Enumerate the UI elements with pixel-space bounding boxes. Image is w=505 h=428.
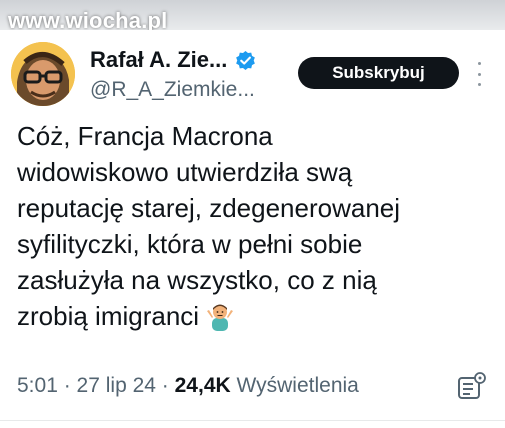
views-label: Wyświetlenia [230, 374, 359, 397]
tweet-date[interactable]: 27 lip 24 [77, 374, 156, 397]
author-handle[interactable]: @R_A_Ziemkie... [90, 78, 255, 102]
subscribe-button[interactable]: Subskrybuj [298, 57, 459, 89]
tweet-line: zrobią imigranci [17, 301, 200, 331]
more-options-icon[interactable] [474, 62, 484, 86]
avatar[interactable] [11, 42, 75, 106]
tweet-line: Cóż, Francja Macrona [17, 121, 273, 151]
tweet-line: zasłużyła na wszystko, co z nią [17, 265, 377, 295]
tweet-meta: 5:01 · 27 lip 24 · 24,4K Wyświetlenia [17, 374, 359, 398]
divider [0, 420, 505, 421]
tweet-text: Cóż, Francja Macrona widowiskowo utwierd… [17, 118, 497, 334]
tweet-line: syfilityczki, która w pełni sobie [17, 229, 363, 259]
separator: · [57, 374, 77, 397]
tweet-line: reputację starej, zdegenerowanej [17, 193, 401, 223]
tweet-time[interactable]: 5:01 [17, 374, 58, 397]
verified-badge-icon [236, 50, 256, 70]
author-name-row[interactable]: Rafał A. Zie... [90, 47, 256, 73]
author-name[interactable]: Rafał A. Zie... [90, 47, 227, 73]
separator: · [155, 374, 175, 397]
person-shrugging-emoji [207, 304, 234, 331]
avatar-illustration [11, 42, 75, 106]
tweet-line: widowiskowo utwierdziła swą [17, 157, 353, 187]
views-count: 24,4K [174, 374, 231, 397]
analytics-icon[interactable] [456, 372, 486, 402]
tweet-line-last: zrobią imigranci [17, 298, 497, 334]
